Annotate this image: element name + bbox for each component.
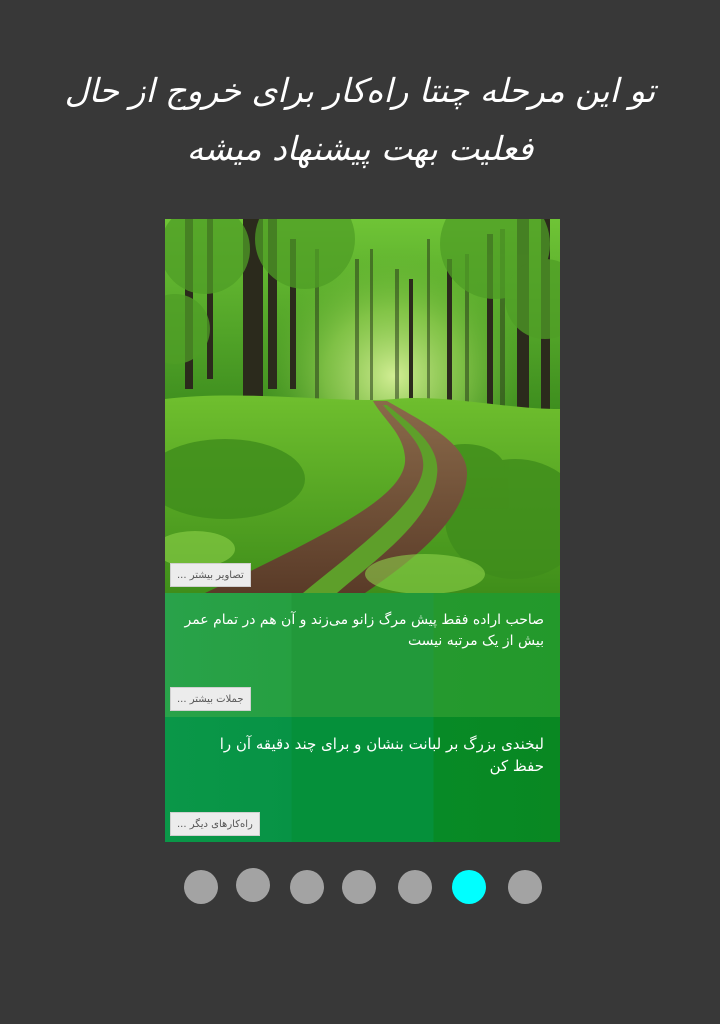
page-title: تو این مرحله چنتا راه‌کار برای خروج از ح… <box>64 71 656 168</box>
page-dot-4[interactable] <box>342 870 376 904</box>
page-dot-6[interactable] <box>452 870 486 904</box>
page-dot-1[interactable] <box>184 870 218 904</box>
forest-photo: تصاویر بیشتر ... <box>165 219 560 593</box>
page-dot-5[interactable] <box>398 870 432 904</box>
tip-tile: لبخندی بزرگ بر لبانت بنشان و برای چند دق… <box>165 717 560 842</box>
quote-tile: صاحب اراده فقط پیش مرگ زانو می‌زند و آن … <box>165 593 560 717</box>
more-images-button[interactable]: تصاویر بیشتر ... <box>170 563 251 587</box>
page-dot-3[interactable] <box>290 870 324 904</box>
other-tips-button[interactable]: راه‌کارهای دیگر ... <box>170 812 260 836</box>
page-dot-7[interactable] <box>508 870 542 904</box>
quote-text: صاحب اراده فقط پیش مرگ زانو می‌زند و آن … <box>184 612 544 649</box>
suggestion-card: تصاویر بیشتر ... صاحب اراده فقط پیش مرگ … <box>165 219 560 842</box>
tip-text: لبخندی بزرگ بر لبانت بنشان و برای چند دق… <box>219 735 544 775</box>
more-quotes-button[interactable]: جملات بیشتر ... <box>170 687 251 711</box>
page-dot-2[interactable] <box>236 868 270 902</box>
screen: تو این مرحله چنتا راه‌کار برای خروج از ح… <box>0 0 720 1024</box>
